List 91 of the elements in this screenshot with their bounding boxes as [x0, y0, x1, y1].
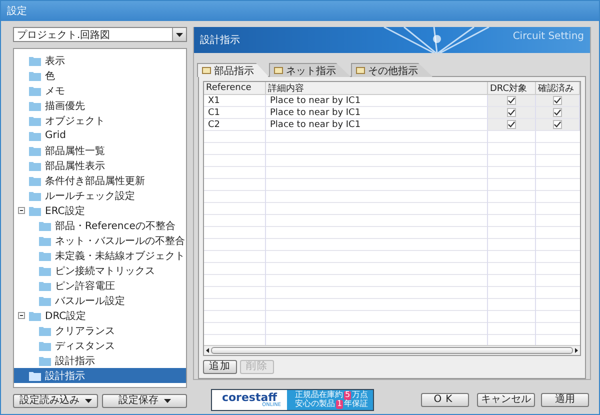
folder-icon	[29, 130, 41, 140]
folder-icon	[39, 220, 51, 230]
table-cell: X1	[204, 95, 266, 107]
horizontal-scrollbar[interactable]	[204, 345, 580, 355]
table-cell: Place to near by IC1	[266, 107, 488, 119]
tree-item[interactable]: 設計指示	[14, 353, 186, 368]
tree-item[interactable]: バスルール設定	[14, 293, 186, 308]
tree-item[interactable]: ピン接続マトリックス	[14, 263, 186, 278]
ad-highlight: 1	[336, 400, 344, 409]
tree-item[interactable]: 描画優先	[14, 98, 186, 113]
tree-item[interactable]: ネット・バスルールの不整合	[14, 233, 186, 248]
tab[interactable]: 部品指示	[197, 63, 269, 77]
tree-item[interactable]: クリアランス	[14, 323, 186, 338]
table-button[interactable]: 追加	[203, 360, 237, 374]
ad-highlight: 5	[344, 391, 352, 400]
dialog-button[interactable]: 適用	[541, 393, 589, 407]
tree-item[interactable]: ルールチェック設定	[14, 188, 186, 203]
folder-icon	[39, 326, 51, 336]
column-header[interactable]: DRC対象	[488, 82, 536, 95]
folder-icon	[39, 280, 51, 290]
folder-icon	[29, 310, 41, 320]
folder-icon	[29, 206, 41, 216]
tree-item[interactable]: ERC設定	[14, 203, 186, 218]
folder-icon	[39, 340, 51, 350]
tree-item[interactable]: DRC設定	[14, 308, 186, 323]
tab-icon	[274, 67, 283, 74]
tab[interactable]: ネット指示	[269, 63, 351, 77]
collapse-icon[interactable]	[18, 312, 25, 319]
folder-icon	[39, 250, 51, 260]
tab-icon	[356, 67, 365, 74]
panel-subtitle: Circuit Setting	[512, 31, 584, 42]
folder-icon	[39, 356, 51, 366]
column-header[interactable]: Reference	[204, 82, 266, 95]
table-cell: C2	[204, 119, 266, 131]
window-title: 設定	[7, 4, 27, 18]
checkbox[interactable]	[553, 108, 562, 117]
tree-item[interactable]: Grid	[14, 128, 186, 143]
folder-icon	[39, 236, 51, 246]
column-header[interactable]: 確認済み	[536, 82, 580, 95]
tree-item[interactable]: ディスタンス	[14, 338, 186, 353]
scroll-right-icon[interactable]	[573, 347, 580, 354]
ad-text: 万点	[352, 391, 368, 400]
scroll-left-icon[interactable]	[204, 347, 211, 354]
folder-icon	[29, 86, 41, 96]
tree-item[interactable]: 部品・Referenceの不整合	[14, 218, 186, 233]
folder-icon	[29, 190, 41, 200]
checkbox[interactable]	[507, 108, 516, 117]
tree-item[interactable]: 部品属性一覧	[14, 143, 186, 158]
folder-icon	[29, 100, 41, 110]
table-cell: Place to near by IC1	[266, 95, 488, 107]
ad-text: 安心の製品	[295, 400, 335, 409]
checkbox[interactable]	[507, 96, 516, 105]
folder-icon	[29, 70, 41, 80]
tab-icon	[202, 67, 211, 74]
folder-icon	[39, 296, 51, 306]
collapse-icon[interactable]	[18, 207, 25, 214]
table-cell: Place to near by IC1	[266, 119, 488, 131]
dropdown-button[interactable]: 設定読み込み	[13, 394, 98, 408]
table-cell: C1	[204, 107, 266, 119]
dropdown-button[interactable]: 設定保存	[102, 394, 187, 408]
checkbox[interactable]	[553, 120, 562, 129]
folder-icon	[29, 116, 41, 126]
checkbox[interactable]	[553, 96, 562, 105]
tree-item[interactable]: 未定義・未結線オブジェクト	[14, 248, 186, 263]
tree-item[interactable]: 色	[14, 68, 186, 83]
ad-text: 年保証	[344, 400, 368, 409]
ad-logo: corestaff	[222, 392, 278, 403]
caret-icon	[84, 399, 92, 403]
tree-item[interactable]: オブジェクト	[14, 113, 186, 128]
tree-item[interactable]: 部品属性表示	[14, 158, 186, 173]
folder-icon	[29, 370, 41, 380]
tree-item[interactable]: メモ	[14, 83, 186, 98]
project-select[interactable]: プロジェクト.回路図	[13, 27, 187, 42]
caret-icon	[164, 399, 170, 403]
tree-item[interactable]: ピン許容電圧	[14, 278, 186, 293]
checkbox[interactable]	[507, 120, 516, 129]
folder-icon	[29, 160, 41, 170]
tab[interactable]: その他指示	[351, 63, 433, 77]
dialog-button[interactable]: キャンセル	[477, 393, 535, 407]
tree-item[interactable]: 条件付き部品属性更新	[14, 173, 186, 188]
panel-title: 設計指示	[200, 34, 240, 47]
caret-icon	[176, 32, 183, 36]
folder-icon	[29, 146, 41, 156]
folder-icon	[39, 266, 51, 276]
folder-icon	[29, 56, 41, 66]
folder-icon	[29, 176, 41, 186]
column-header[interactable]: 詳細内容	[266, 82, 488, 95]
ad-text: 正規品在庫約	[295, 391, 343, 400]
tree-item[interactable]: 設計指示	[14, 368, 186, 383]
dialog-button[interactable]: OK	[421, 393, 469, 407]
tree-item[interactable]: 表示	[14, 53, 186, 68]
